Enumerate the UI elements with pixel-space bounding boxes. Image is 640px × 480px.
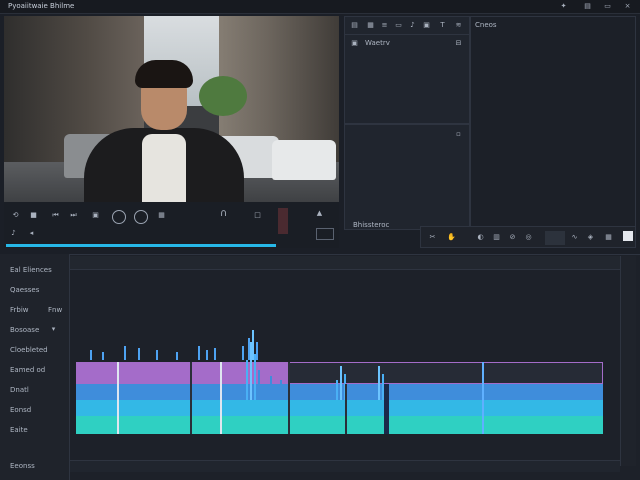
image-icon[interactable]: ▣ (423, 22, 430, 29)
next-frame-icon[interactable]: ⏭ (70, 212, 77, 219)
cut-marker[interactable] (384, 384, 389, 434)
audio-clip-icon[interactable]: ♪ (409, 22, 416, 29)
mark-in-icon[interactable]: ▣ (92, 212, 99, 219)
cut-marker[interactable] (345, 384, 347, 434)
panel-toolbar: ▤ ▦ ≡ ▭ ♪ ▣ T ≋ (344, 16, 470, 34)
track-label[interactable]: Frbiw (10, 306, 29, 314)
waveform-top (76, 330, 606, 360)
bin-item-icon[interactable]: ▣ (351, 40, 358, 47)
layout-icon[interactable]: ▤ (584, 3, 591, 10)
curve-icon[interactable]: ∩ (220, 209, 227, 219)
cut-marker[interactable] (117, 362, 119, 434)
level-meter (278, 208, 288, 234)
track-label[interactable]: Eonsd (10, 406, 31, 414)
expand-icon[interactable]: ⊟ (455, 40, 462, 47)
time-ruler[interactable] (70, 256, 620, 270)
viewer-label: Cneos (475, 21, 497, 29)
track-label[interactable]: Eal Eliences (10, 266, 52, 274)
viewer-panel: Cneos (470, 16, 636, 230)
color-swatch[interactable] (623, 231, 633, 241)
snap-icon[interactable]: ▥ (493, 234, 500, 241)
loop-icon[interactable]: ⟲ (12, 212, 19, 219)
tool-strip: ✂ ✋ ◐ ▥ ⊘ ◎ ∿ ◈ ▦ (420, 226, 636, 248)
list-icon[interactable]: ≡ (381, 22, 388, 29)
video-preview[interactable] (4, 16, 339, 202)
volume-icon[interactable]: ◂ (28, 230, 35, 237)
clip-audio-3[interactable] (76, 416, 603, 434)
square-icon[interactable]: □ (254, 212, 261, 219)
track-label[interactable]: Dnatl (10, 386, 29, 394)
marker-icon[interactable]: ◐ (477, 234, 484, 241)
play-icon[interactable] (112, 210, 126, 224)
settings-icon[interactable]: ✦ (560, 3, 567, 10)
cut-marker[interactable] (288, 362, 290, 434)
track-headers: Eal Eliences Qaesses Frbiw Fnw Bosoase ▾… (0, 254, 70, 480)
import-icon[interactable]: ▤ (351, 22, 358, 29)
media-item-label[interactable]: Waetrv (365, 39, 390, 47)
waveform-peak-2 (330, 362, 390, 400)
folder-icon[interactable]: ▭ (395, 22, 402, 29)
record-icon[interactable] (134, 210, 148, 224)
playhead-progress[interactable] (6, 244, 276, 247)
track-label[interactable]: Eamed od (10, 366, 45, 374)
cut-marker[interactable] (220, 362, 222, 434)
panel-options-icon[interactable]: ▫ (455, 131, 462, 138)
clip-audio-2[interactable] (76, 400, 603, 416)
grid-icon[interactable]: ▦ (367, 22, 374, 29)
transport-controls: ⟲ ■ ⏮ ⏭ ▣ ▦ ∩ □ ▲ ♪ ◂ (4, 202, 339, 248)
track-label[interactable]: Eaite (10, 426, 28, 434)
grid-toggle-icon[interactable]: ▦ (605, 234, 612, 241)
fullscreen-icon[interactable] (316, 228, 334, 240)
track-label[interactable]: Bosoase (10, 326, 39, 334)
media-bin: ▣ Waetrv ⊟ (344, 34, 470, 124)
audio-icon[interactable]: ♪ (10, 230, 17, 237)
eject-icon[interactable]: ▲ (316, 210, 323, 217)
cut-marker[interactable] (190, 362, 192, 434)
minimize-icon[interactable]: ▭ (604, 3, 611, 10)
close-icon[interactable]: × (624, 3, 631, 10)
filter-icon[interactable]: ≋ (455, 22, 462, 29)
keyframe-icon[interactable]: ◈ (587, 234, 594, 241)
horizontal-scrollbar[interactable] (70, 460, 620, 472)
razor-icon[interactable]: ✂ (429, 234, 436, 241)
text-icon[interactable]: T (439, 22, 446, 29)
zoom-field[interactable] (545, 231, 565, 245)
waveform-peak-1 (240, 340, 290, 400)
track-label[interactable]: Qaesses (10, 286, 39, 294)
link-icon[interactable]: ⊘ (509, 234, 516, 241)
zoom-icon[interactable]: ◎ (525, 234, 532, 241)
preview-frame (4, 16, 339, 202)
vertical-scrollbar[interactable] (620, 256, 636, 466)
wave-icon[interactable]: ∿ (571, 234, 578, 241)
cut-marker[interactable] (482, 362, 484, 434)
hand-icon[interactable]: ✋ (447, 234, 456, 241)
stop-icon[interactable]: ■ (30, 212, 37, 219)
app-title: Pyoaiitwaie Bhilme (8, 2, 75, 10)
track-label-right: Fnw (48, 306, 63, 314)
chevron-down-icon[interactable]: ▾ (50, 326, 57, 333)
prev-frame-icon[interactable]: ⏮ (52, 212, 59, 219)
track-label[interactable]: Eeonss (10, 462, 35, 470)
title-bar: Pyoaiitwaie Bhilme ✦ ▤ ▭ × (0, 0, 640, 14)
effects-label: Bhissteroc (353, 221, 390, 229)
effects-panel: ▫ Bhissteroc (344, 124, 470, 230)
clip-icon[interactable]: ▦ (158, 212, 165, 219)
track-label[interactable]: Cloebleted (10, 346, 48, 354)
